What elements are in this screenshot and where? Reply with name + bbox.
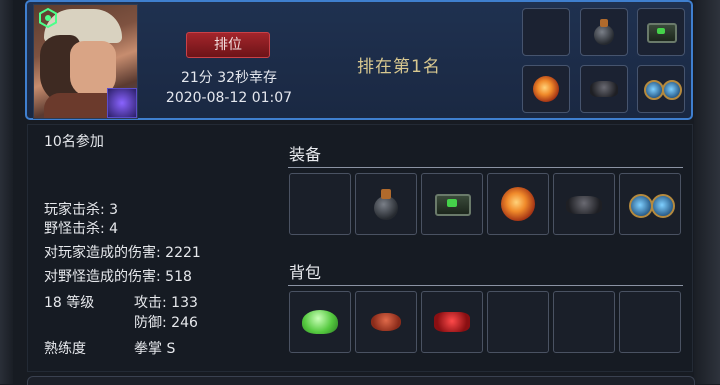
character-portrait[interactable]	[33, 4, 138, 119]
ranked-mode-badge: 排位	[186, 32, 270, 58]
attack-stat: 攻击: 133	[134, 295, 198, 311]
grenade-icon	[594, 25, 614, 45]
hexagon-emblem-icon	[39, 7, 57, 29]
fire-orb-icon	[501, 187, 535, 221]
equipment-title: 装备	[289, 145, 322, 164]
backpack-slot-red-crab[interactable]	[355, 291, 417, 353]
equipment-slot-empty[interactable]	[289, 173, 351, 235]
grenade-fuse-icon	[600, 19, 608, 27]
equipment-divider	[288, 167, 683, 168]
header-slot-grenade[interactable]	[580, 8, 628, 56]
header-slot-chip[interactable]	[637, 8, 685, 56]
equipment-slot-chip[interactable]	[421, 173, 483, 235]
defense-stat: 防御: 246	[134, 315, 198, 331]
green-crystal-icon	[302, 310, 338, 334]
mech-crab-icon	[590, 81, 618, 97]
chip-core-icon	[447, 199, 457, 207]
match-detail-panel: 10名参加 玩家击杀: 3 野怪击杀: 4 对玩家造成的伤害: 2221 对野怪…	[27, 124, 693, 372]
equipment-slot-grenade[interactable]	[355, 173, 417, 235]
backpack-slot-empty[interactable]	[487, 291, 549, 353]
damage-to-players: 对玩家造成的伤害: 2221	[44, 245, 201, 261]
fire-orb-icon	[533, 76, 559, 102]
backpack-slot-red-mech[interactable]	[421, 291, 483, 353]
survival-time: 21分 32秒幸存	[180, 70, 278, 86]
grenade-fuse-icon	[381, 189, 391, 199]
mastery-label: 熟练度	[44, 341, 86, 357]
equipment-slot-mech-crab[interactable]	[553, 173, 615, 235]
damage-to-monsters: 对野怪造成的伤害: 518	[44, 269, 192, 285]
red-mech-icon	[434, 312, 470, 332]
backpack-divider	[288, 285, 683, 286]
backpack-slot-empty[interactable]	[619, 291, 681, 353]
mastery-value: 拳掌 S	[134, 341, 176, 357]
chip-core-icon	[657, 28, 665, 34]
backpack-slot-empty[interactable]	[553, 291, 615, 353]
header-slot-goggles[interactable]	[637, 65, 685, 113]
player-kills: 玩家击杀: 3	[44, 202, 119, 218]
left-edge	[0, 0, 13, 384]
equipment-slot-fire-orb[interactable]	[487, 173, 549, 235]
match-date: 2020-08-12 01:07	[165, 90, 293, 106]
goggles-right-lens-icon	[651, 194, 675, 218]
monster-kills: 野怪击杀: 4	[44, 221, 119, 237]
red-crab-icon	[371, 313, 401, 331]
character-level: 18 等级	[44, 295, 95, 311]
header-slot-empty[interactable]	[522, 8, 570, 56]
match-summary-card[interactable]: 排位 21分 32秒幸存 2020-08-12 01:07 排在第1名	[25, 0, 693, 120]
header-slot-mech-crab[interactable]	[580, 65, 628, 113]
backpack-title: 背包	[289, 263, 322, 282]
header-slot-fire-orb[interactable]	[522, 65, 570, 113]
mech-crab-icon	[566, 196, 602, 214]
equipment-slot-goggles[interactable]	[619, 173, 681, 235]
right-scroll-edge	[694, 0, 720, 384]
goggles-right-lens-icon	[662, 80, 682, 100]
backpack-slot-green-crystal[interactable]	[289, 291, 351, 353]
goggles-left-lens-icon	[644, 80, 664, 100]
participant-count: 10名参加	[44, 134, 104, 150]
goggles-left-lens-icon	[629, 194, 653, 218]
final-rank: 排在第1名	[357, 57, 441, 77]
class-badge-icon	[107, 88, 137, 118]
grenade-icon	[374, 196, 398, 220]
